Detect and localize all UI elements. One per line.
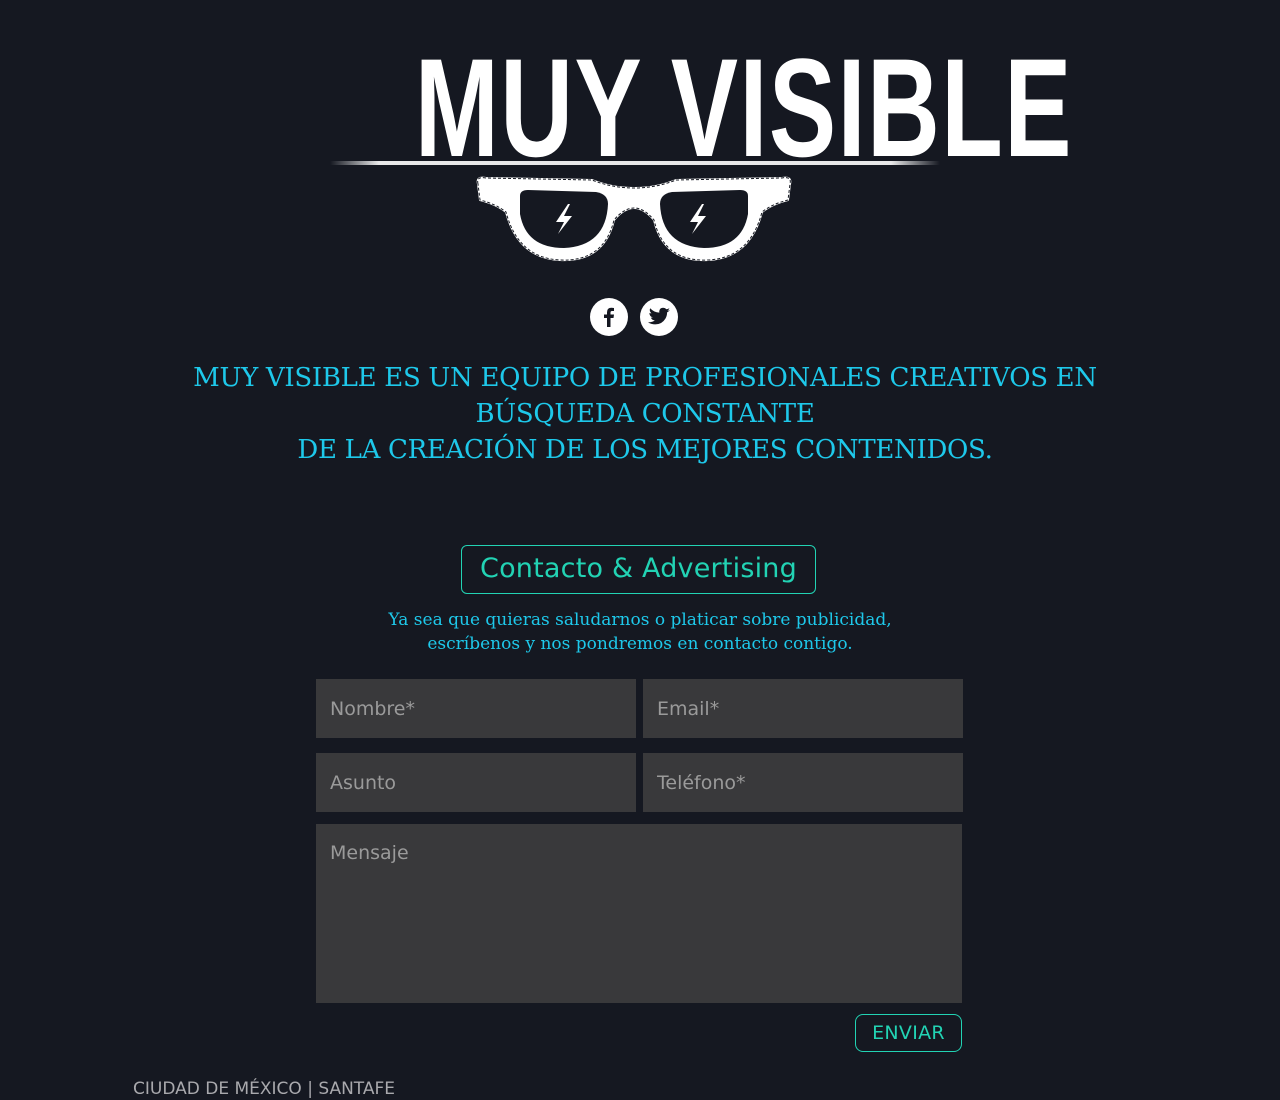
logo-underline bbox=[330, 161, 940, 165]
contact-description-line-1: Ya sea que quieras saludarnos o platicar… bbox=[388, 610, 892, 630]
social-links bbox=[590, 298, 678, 336]
email-input[interactable] bbox=[643, 679, 963, 738]
facebook-link[interactable] bbox=[590, 298, 628, 336]
footer-location: CIUDAD DE MÉXICO | SANTAFE bbox=[133, 1079, 395, 1099]
tagline-line-2: BÚSQUEDA CONSTANTE bbox=[475, 399, 815, 429]
contact-description-line-2: escríbenos y nos pondremos en contacto c… bbox=[427, 634, 853, 654]
twitter-icon bbox=[648, 307, 670, 325]
tagline: MUY VISIBLE ES UN EQUIPO DE PROFESIONALE… bbox=[160, 360, 1130, 468]
contact-description: Ya sea que quieras saludarnos o platicar… bbox=[300, 608, 980, 656]
message-textarea[interactable] bbox=[316, 824, 962, 1003]
subject-input[interactable] bbox=[316, 753, 636, 812]
facebook-icon bbox=[604, 307, 614, 327]
contact-heading: Contacto & Advertising bbox=[461, 545, 816, 594]
send-button[interactable]: ENVIAR bbox=[855, 1014, 962, 1052]
phone-input[interactable] bbox=[643, 753, 963, 812]
site-logo[interactable]: MUY VISIBLE bbox=[330, 29, 1073, 268]
tagline-line-1: MUY VISIBLE ES UN EQUIPO DE PROFESIONALE… bbox=[193, 363, 1097, 393]
name-input[interactable] bbox=[316, 679, 636, 738]
twitter-link[interactable] bbox=[640, 298, 678, 336]
tagline-line-3: DE LA CREACIÓN DE LOS MEJORES CONTENIDOS… bbox=[297, 435, 993, 465]
logo-wordmark: MUY VISIBLE bbox=[414, 29, 1073, 186]
glasses-icon bbox=[476, 176, 792, 262]
